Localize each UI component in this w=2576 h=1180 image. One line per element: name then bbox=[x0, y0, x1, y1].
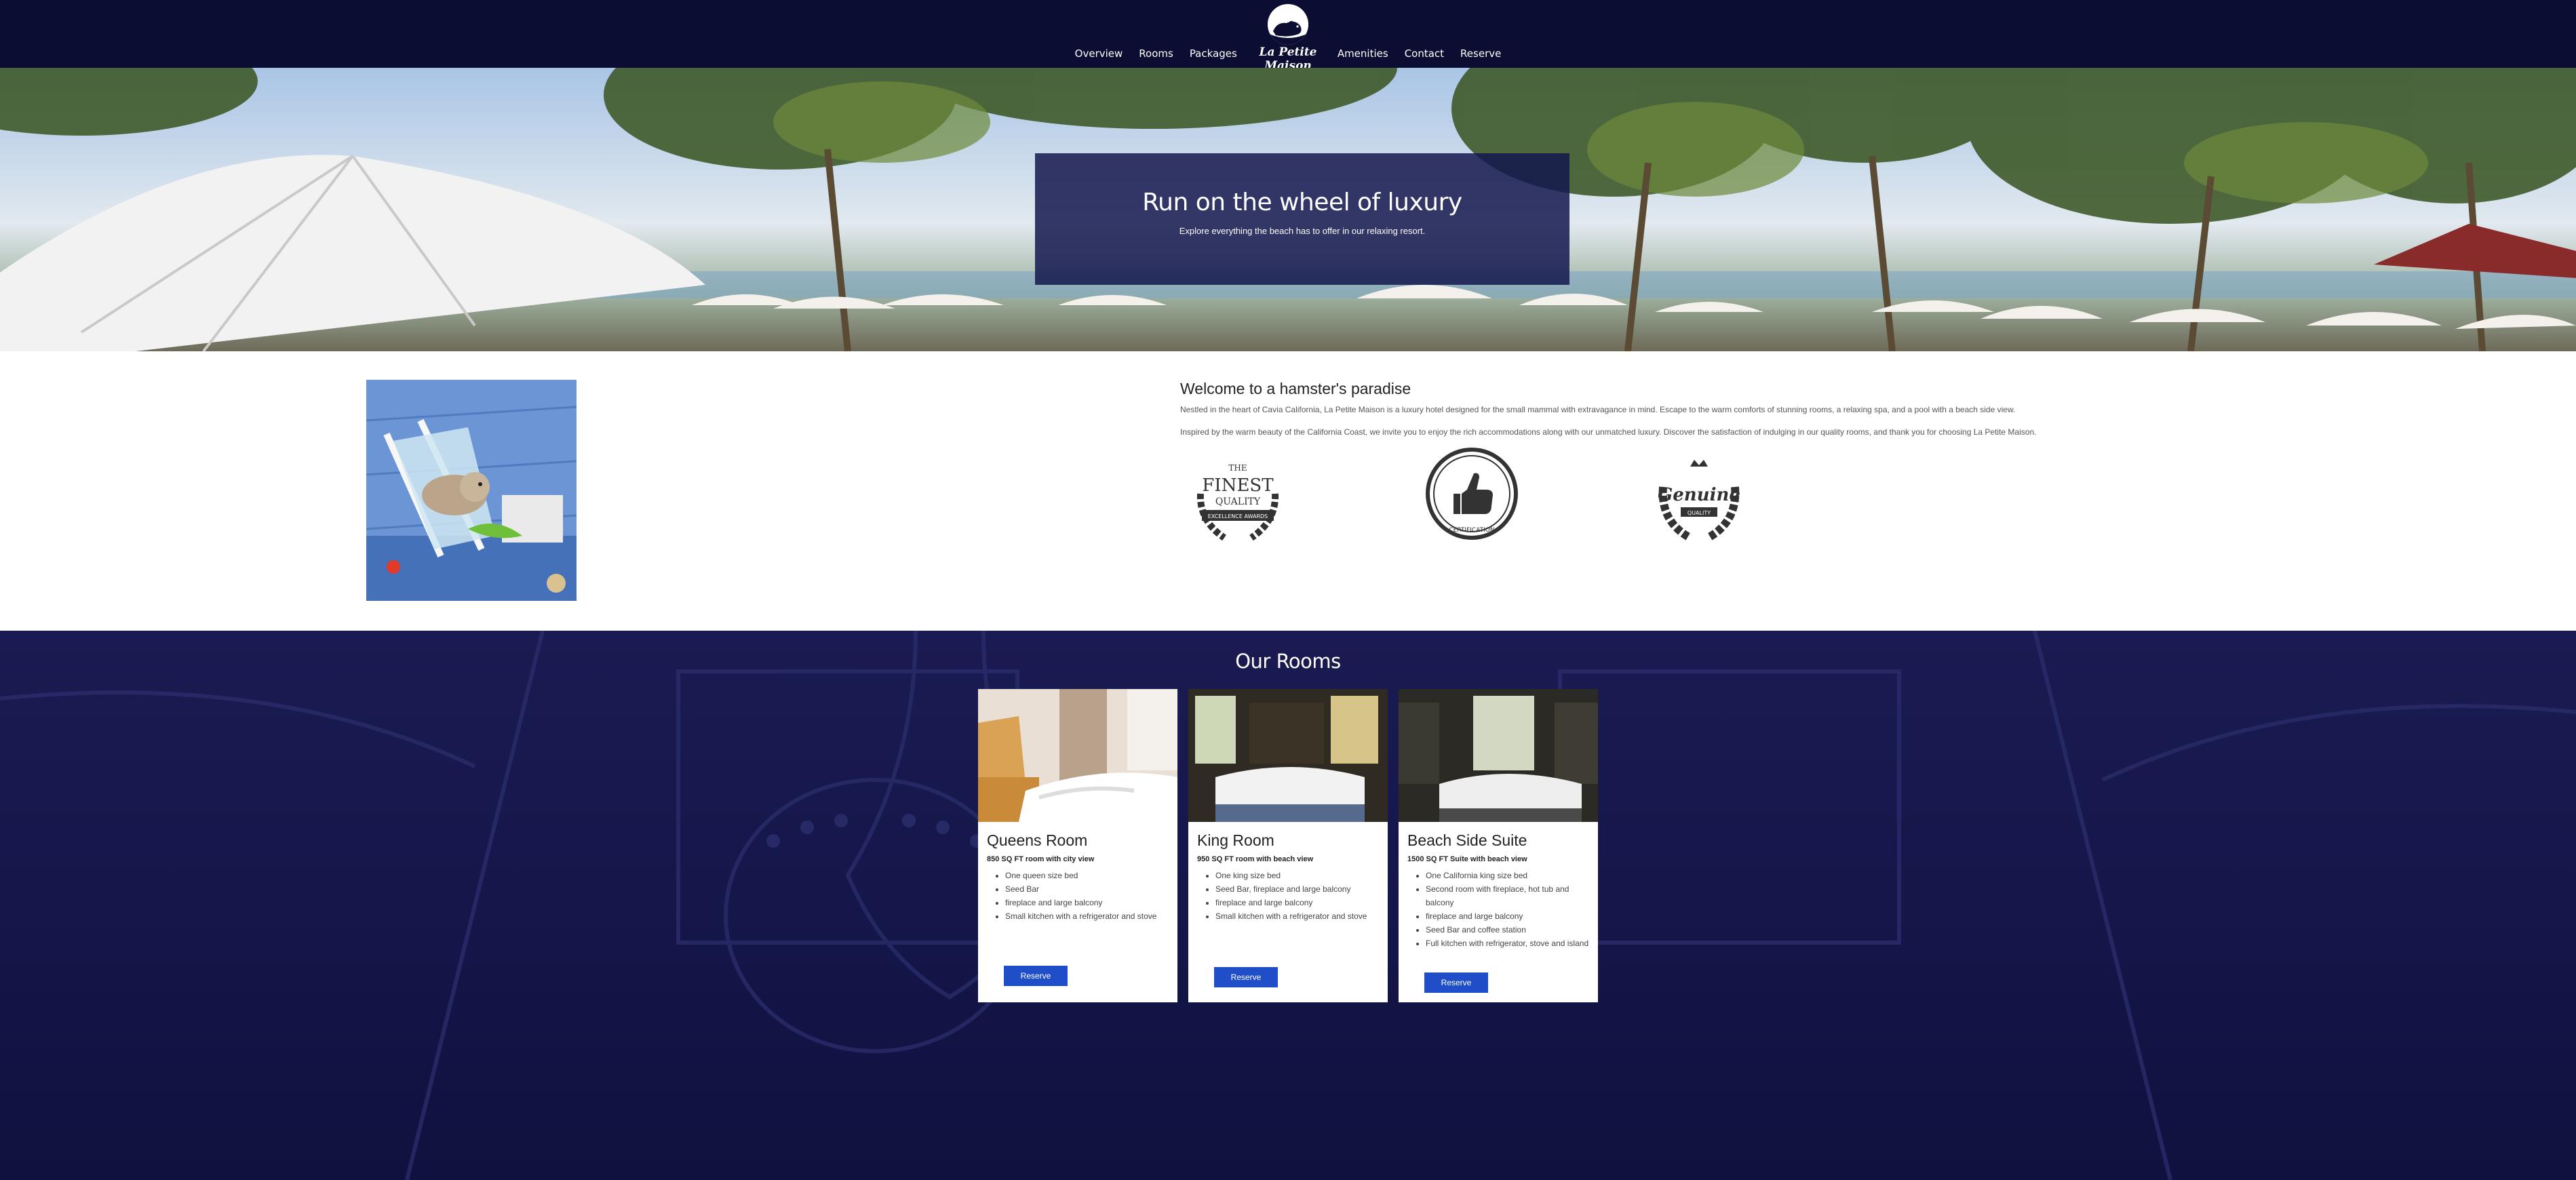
room-feature: One California king size bed bbox=[1426, 869, 1590, 882]
room-feature: fireplace and large balcony bbox=[1215, 896, 1380, 909]
badge-text-certification: CERTIFICATION bbox=[1449, 527, 1494, 534]
badge-text-quality: QUALITY bbox=[1215, 496, 1261, 507]
badge-ribbon-excellence: EXCELLENCE AWARDS bbox=[1208, 513, 1268, 519]
room-card-subtitle: 1500 SQ FT Suite with beach view bbox=[1407, 855, 1527, 863]
room-feature: Seed Bar, fireplace and large balcony bbox=[1215, 882, 1380, 896]
room-feature: Seed Bar bbox=[1005, 882, 1169, 896]
room-card-subtitle: 950 SQ FT room with beach view bbox=[1197, 855, 1314, 863]
logo[interactable]: La Petite Maison bbox=[1238, 3, 1338, 73]
hero-title: Run on the wheel of luxury bbox=[1142, 189, 1462, 216]
room-card-title: King Room bbox=[1197, 831, 1274, 849]
room-feature-list: One California king size bed Second room… bbox=[1407, 869, 1590, 950]
welcome-paragraph-1: Nestled in the heart of Cavia California… bbox=[1180, 405, 2016, 414]
rooms-section: Our Rooms Queens Room 850 SQ FT room wit… bbox=[0, 631, 2576, 1180]
badge-text-the: THE bbox=[1228, 463, 1247, 473]
room-feature: fireplace and large balcony bbox=[1426, 909, 1590, 923]
room-feature: fireplace and large balcony bbox=[1005, 896, 1169, 909]
logo-hamster-icon bbox=[1268, 4, 1308, 45]
hero-banner: Run on the wheel of luxury Explore every… bbox=[0, 68, 2576, 351]
welcome-title: Welcome to a hamster's paradise bbox=[1180, 380, 1411, 397]
welcome-section: Welcome to a hamster's paradise Nestled … bbox=[0, 351, 2576, 631]
king-room-image bbox=[1188, 689, 1388, 822]
room-feature: Small kitchen with a refrigerator and st… bbox=[1215, 909, 1380, 923]
nav-overview[interactable]: Overview bbox=[1075, 47, 1123, 60]
room-card-king: King Room 950 SQ FT room with beach view… bbox=[1188, 689, 1388, 1002]
room-feature: Seed Bar and coffee station bbox=[1426, 923, 1590, 937]
room-card-title: Beach Side Suite bbox=[1407, 831, 1527, 849]
room-card-beach-suite: Beach Side Suite 1500 SQ FT Suite with b… bbox=[1399, 689, 1598, 1002]
room-card-subtitle: 850 SQ FT room with city view bbox=[987, 855, 1095, 863]
room-feature: One queen size bed bbox=[1005, 869, 1169, 882]
nav-contact[interactable]: Contact bbox=[1405, 47, 1444, 60]
genuine-badge: Genuine QUALITY bbox=[1648, 446, 1750, 548]
reserve-button-queens[interactable]: Reserve bbox=[1004, 966, 1068, 986]
hamster-beach-chair-image bbox=[366, 380, 577, 601]
room-card-title: Queens Room bbox=[987, 831, 1088, 849]
hero-caption-box: Run on the wheel of luxury Explore every… bbox=[1035, 153, 1569, 285]
nav-packages[interactable]: Packages bbox=[1190, 47, 1237, 60]
room-feature: Second room with fireplace, hot tub and … bbox=[1426, 882, 1590, 909]
room-feature: Full kitchen with refrigerator, stove an… bbox=[1426, 937, 1590, 950]
room-feature: One king size bed bbox=[1215, 869, 1380, 882]
certification-badge: CERTIFICATION bbox=[1421, 446, 1523, 548]
reserve-button-beach-suite[interactable]: Reserve bbox=[1424, 972, 1488, 993]
badge-ribbon-quality: QUALITY bbox=[1687, 510, 1711, 516]
badge-text-genuine: Genuine bbox=[1658, 485, 1740, 505]
queens-room-image bbox=[978, 689, 1177, 822]
nav-amenities[interactable]: Amenities bbox=[1338, 47, 1388, 60]
welcome-paragraph-2: Inspired by the warm beauty of the Calif… bbox=[1180, 427, 2037, 437]
rooms-title: Our Rooms bbox=[1235, 650, 1341, 673]
badge-text-finest: FINEST bbox=[1202, 475, 1274, 496]
hero-subtitle: Explore everything the beach has to offe… bbox=[1179, 226, 1426, 236]
nav-rooms[interactable]: Rooms bbox=[1139, 47, 1173, 60]
beach-suite-image bbox=[1399, 689, 1598, 822]
room-card-queens: Queens Room 850 SQ FT room with city vie… bbox=[978, 689, 1177, 1002]
top-nav: Overview Rooms Packages Amenities Contac… bbox=[0, 0, 2576, 73]
room-feature-list: One queen size bed Seed Bar fireplace an… bbox=[987, 869, 1169, 923]
nav-reserve[interactable]: Reserve bbox=[1460, 47, 1501, 60]
reserve-button-king[interactable]: Reserve bbox=[1214, 967, 1278, 987]
room-feature: Small kitchen with a refrigerator and st… bbox=[1005, 909, 1169, 923]
finest-quality-badge: THE FINEST QUALITY EXCELLENCE AWARDS bbox=[1187, 446, 1289, 548]
room-feature-list: One king size bed Seed Bar, fireplace an… bbox=[1197, 869, 1380, 923]
